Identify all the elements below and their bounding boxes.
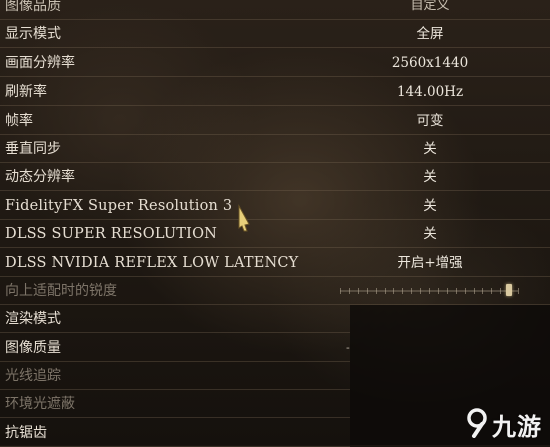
- setting-row-image-quality[interactable]: 图像品质 自定义: [0, 0, 550, 20]
- setting-row-display-mode[interactable]: 显示模式 全屏: [0, 20, 550, 48]
- slider-edge-icon: -: [346, 341, 350, 354]
- setting-value: 关: [423, 226, 437, 242]
- slider-tick: [491, 288, 492, 294]
- slider-tick: [340, 288, 341, 294]
- setting-label: 动态分辨率: [5, 169, 75, 185]
- slider-tick: [367, 288, 368, 294]
- slider-tick: [447, 288, 448, 294]
- cursor-icon: [236, 204, 252, 236]
- setting-label: 图像质量: [5, 340, 61, 356]
- setting-value: 关: [423, 141, 437, 157]
- setting-row-fsr3[interactable]: FidelityFX Super Resolution 3 关: [0, 192, 550, 220]
- setting-row-dlss-super-resolution[interactable]: DLSS SUPER RESOLUTION 关: [0, 220, 550, 248]
- slider-tick: [474, 288, 475, 294]
- setting-row-render-mode[interactable]: 渲染模式: [0, 305, 350, 333]
- slider-tick: [420, 288, 421, 294]
- setting-value: 可变: [416, 113, 444, 129]
- setting-label: 显示模式: [5, 26, 61, 42]
- setting-row-dynamic-resolution[interactable]: 动态分辨率 关: [0, 163, 550, 191]
- setting-row-upscale-sharpness[interactable]: 向上适配时的锐度: [0, 277, 550, 305]
- setting-value: 自定义: [410, 0, 450, 13]
- slider-tick: [385, 288, 386, 294]
- jiuyou-logo-icon: [467, 408, 487, 438]
- slider-tick: [438, 288, 439, 294]
- setting-row-anti-aliasing[interactable]: 抗锯齿: [0, 419, 350, 447]
- watermark: 九游: [464, 405, 550, 441]
- slider-tick: [482, 288, 483, 294]
- slider-tick: [500, 288, 501, 294]
- setting-label: 向上适配时的锐度: [5, 283, 117, 299]
- slider-tick: [349, 288, 350, 294]
- slider-tick: [402, 288, 403, 294]
- setting-row-frame-rate[interactable]: 帧率 可变: [0, 107, 550, 135]
- slider-tick: [393, 288, 394, 294]
- setting-value: 全屏: [416, 26, 444, 42]
- slider-tick: [429, 288, 430, 294]
- setting-label: DLSS SUPER RESOLUTION: [5, 226, 218, 242]
- setting-value: 开启+增强: [397, 255, 463, 271]
- setting-label: 渲染模式: [5, 311, 61, 327]
- setting-row-ambient-occlusion[interactable]: 环境光遮蔽: [0, 390, 350, 418]
- sharpness-slider[interactable]: [340, 284, 519, 296]
- slider-tick: [518, 288, 519, 294]
- setting-value: 2560x1440: [391, 55, 469, 71]
- setting-row-dlss-reflex[interactable]: DLSS NVIDIA REFLEX LOW LATENCY 开启+增强: [0, 249, 550, 277]
- setting-value: 关: [423, 198, 437, 214]
- setting-row-refresh-rate[interactable]: 刷新率 144.00Hz: [0, 78, 550, 106]
- setting-row-vsync[interactable]: 垂直同步 关: [0, 135, 550, 163]
- setting-label: 图像品质: [5, 0, 61, 14]
- slider-tick: [456, 288, 457, 294]
- setting-label: 光线追踪: [5, 368, 61, 384]
- slider-tick: [358, 288, 359, 294]
- slider-tick: [411, 288, 412, 294]
- setting-label: 画面分辨率: [5, 55, 75, 71]
- setting-label: DLSS NVIDIA REFLEX LOW LATENCY: [5, 255, 299, 271]
- setting-row-ray-tracing[interactable]: 光线追踪: [0, 362, 350, 390]
- setting-label: 帧率: [5, 113, 33, 129]
- setting-label: 抗锯齿: [5, 425, 47, 441]
- slider-handle[interactable]: [506, 284, 512, 296]
- slider-tick: [465, 288, 466, 294]
- setting-row-image-quality-level[interactable]: 图像质量 -: [0, 334, 350, 362]
- setting-label: 刷新率: [5, 84, 47, 100]
- setting-label: 垂直同步: [5, 141, 61, 157]
- setting-value: 关: [423, 169, 437, 185]
- setting-value: 144.00Hz: [396, 84, 464, 100]
- slider-tick: [376, 288, 377, 294]
- setting-label: FidelityFX Super Resolution 3: [5, 198, 233, 214]
- setting-row-resolution[interactable]: 画面分辨率 2560x1440: [0, 49, 550, 77]
- watermark-text: 九游: [492, 413, 542, 441]
- setting-label: 环境光遮蔽: [5, 396, 75, 412]
